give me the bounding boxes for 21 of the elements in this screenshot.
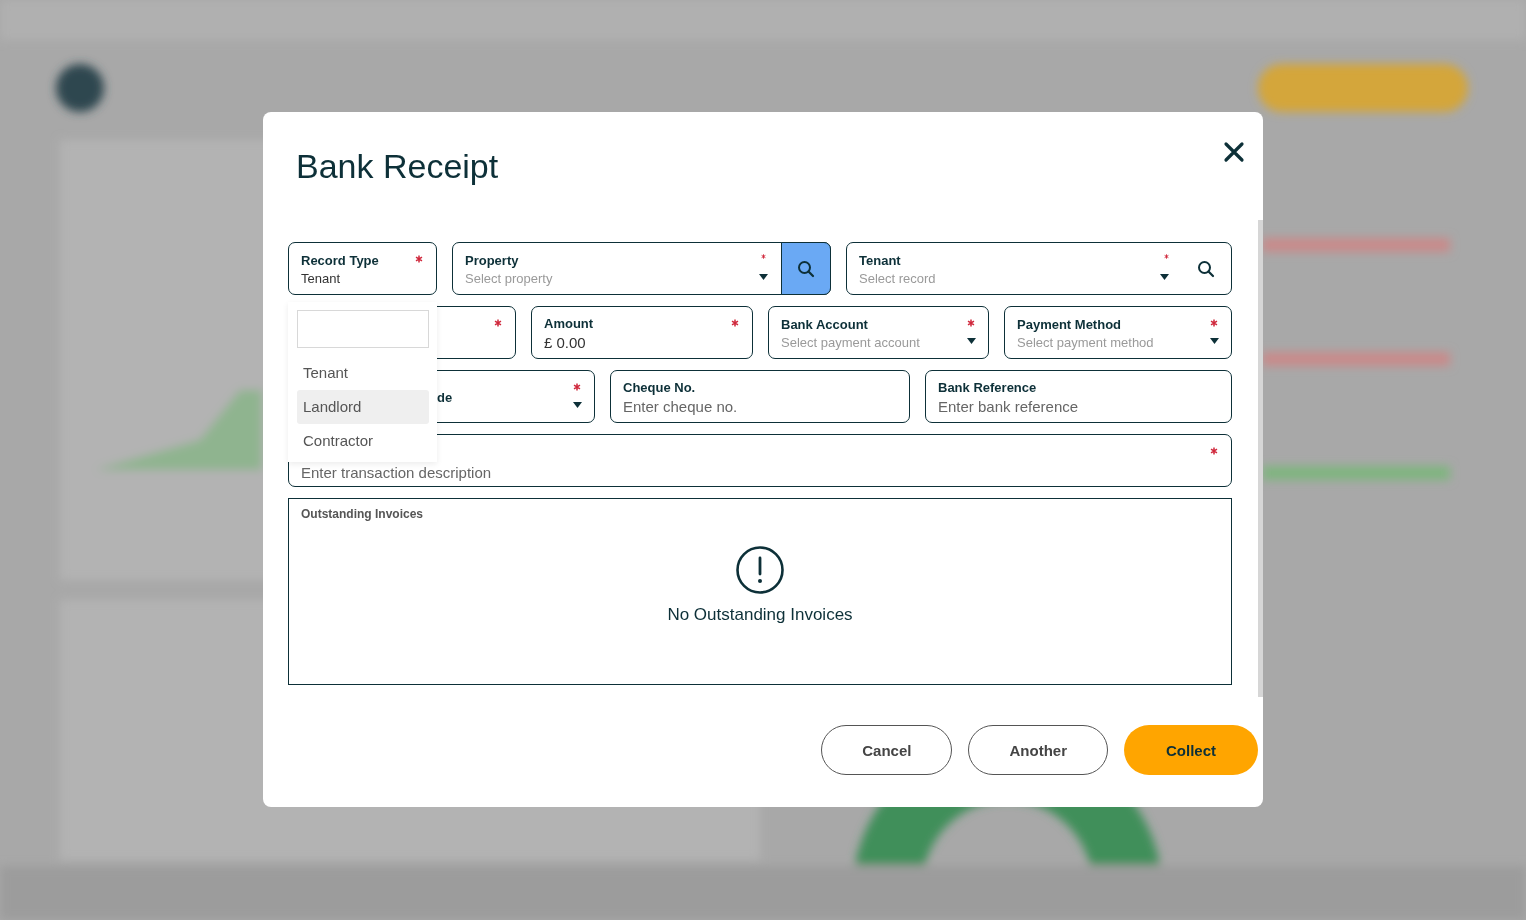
field-label: Tenant — [859, 253, 902, 268]
field-placeholder: Select payment account — [781, 335, 920, 350]
empty-message: No Outstanding Invoices — [667, 605, 853, 625]
dialog-title: Bank Receipt — [296, 146, 499, 186]
field-label: Bank Account — [781, 317, 869, 332]
field-label: Amount — [544, 316, 594, 331]
panel-title: Outstanding Invoices — [301, 507, 423, 521]
field-label: Bank Reference — [938, 380, 1038, 395]
field-placeholder: Enter transaction description — [301, 464, 492, 481]
field-placeholder: Enter bank reference — [938, 398, 1079, 415]
field-value: £ 0.00 — [544, 334, 587, 351]
field-label: de — [437, 390, 453, 405]
field-placeholder: Select payment method — [1017, 335, 1154, 350]
field-placeholder: Select property — [465, 271, 553, 286]
field-label: Record Type — [301, 253, 379, 268]
field-label: Payment Method — [1017, 317, 1122, 332]
field-label: Cheque No. — [623, 380, 697, 395]
field-label: Property — [465, 253, 520, 268]
field-placeholder: Enter cheque no. — [623, 398, 738, 415]
field-placeholder: Select record — [859, 271, 936, 286]
field-value: Tenant — [301, 271, 342, 286]
